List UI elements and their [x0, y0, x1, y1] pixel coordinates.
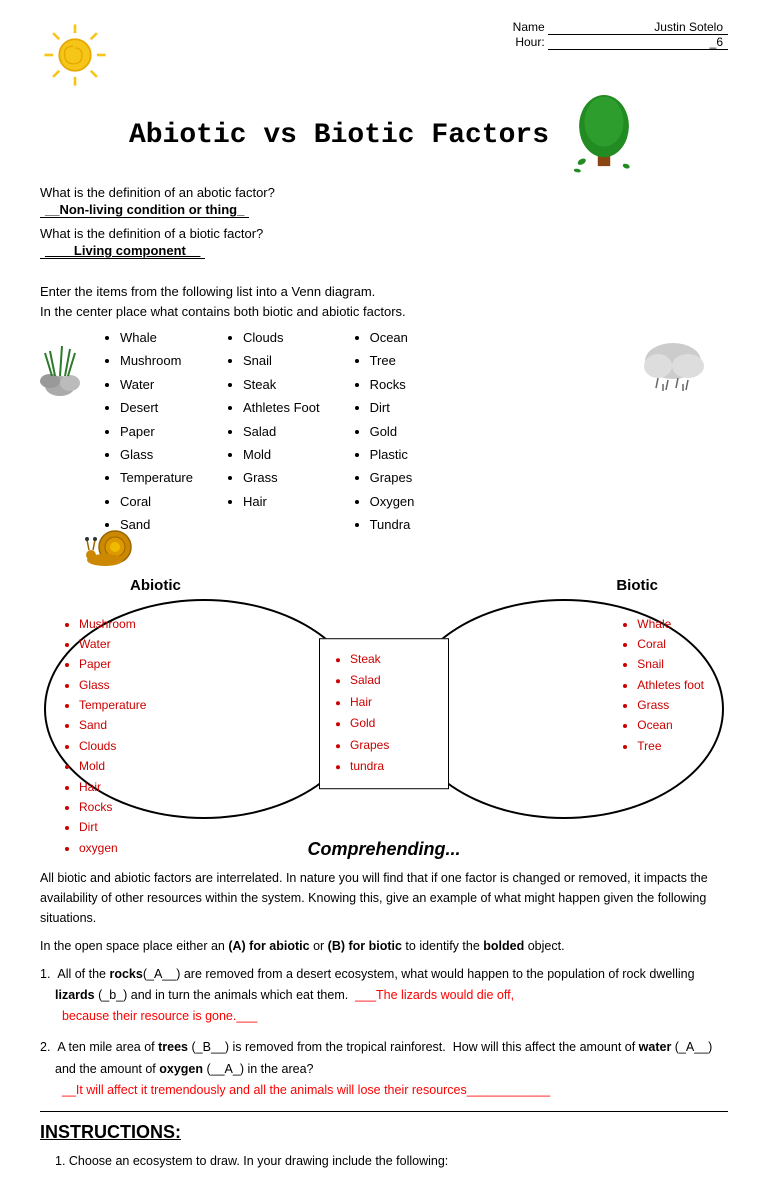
comprehend-q1: 1. All of the rocks(_A__) are removed fr…: [40, 964, 728, 1028]
list-item: Mushroom: [79, 614, 146, 634]
list-item: Ocean: [637, 715, 704, 735]
list-item: Paper: [120, 420, 193, 443]
student-hour: _6: [548, 35, 728, 50]
identify-instruction: In the open space place either an (A) fo…: [40, 936, 728, 956]
tree-icon: [569, 95, 639, 175]
list-item: Athletes Foot: [243, 396, 320, 419]
list-item: Sand: [79, 715, 146, 735]
q2-label: What is the definition of a biotic facto…: [40, 226, 728, 241]
list-item: Steak: [350, 649, 433, 671]
list-item: Oxygen: [370, 490, 415, 513]
col2: CloudsSnailSteakAthletes FootSaladMoldGr…: [223, 326, 320, 537]
list-item: Hair: [243, 490, 320, 513]
q1-red-answer-cont: because their resource is gone.___: [55, 1009, 257, 1023]
list-item: Grapes: [350, 735, 433, 757]
list-item: Whale: [120, 326, 193, 349]
question-1-section: What is the definition of an abotic fact…: [40, 185, 728, 218]
list-item: Rocks: [370, 373, 415, 396]
col1: WhaleMushroomWaterDesertPaperGlassTemper…: [100, 326, 193, 537]
list-item: Glass: [79, 675, 146, 695]
biotic-label: Biotic: [616, 577, 658, 594]
list-item: Clouds: [79, 736, 146, 756]
student-name: Justin Sotelo: [548, 20, 728, 35]
snail-icon: [85, 522, 145, 567]
list-item: Dirt: [370, 396, 415, 419]
sun-icon: [40, 20, 110, 90]
list-item: Temperature: [120, 466, 193, 489]
list-item: Salad: [243, 420, 320, 443]
list-item: oxygen: [79, 838, 146, 858]
list-item: Tree: [637, 736, 704, 756]
list-item: Glass: [120, 443, 193, 466]
divider: [40, 1111, 728, 1112]
list-item: Whale: [637, 614, 704, 634]
list-item: Athletes foot: [637, 675, 704, 695]
list-item: Desert: [120, 396, 193, 419]
venn-labels: Abiotic Biotic: [40, 577, 728, 594]
q1-answer: __Non-living condition or thing_: [40, 202, 249, 218]
list-item: Hair: [350, 692, 433, 714]
venn-center-list: SteakSaladHairGoldGrapestundra: [335, 649, 433, 779]
list-item: Plastic: [370, 443, 415, 466]
instructions-section: INSTRUCTIONS: 1. Choose an ecosystem to …: [40, 1122, 728, 1171]
venn-instruction: Enter the items from the following list …: [40, 282, 728, 321]
q2-answer: ____Living component__: [40, 243, 205, 259]
list-item: Gold: [370, 420, 415, 443]
list-item: Temperature: [79, 695, 146, 715]
comprehending-section: Comprehending... All biotic and abiotic …: [40, 839, 728, 1102]
list-item: Snail: [243, 349, 320, 372]
list-item: Dirt: [79, 817, 146, 837]
comprehending-paragraph: All biotic and abiotic factors are inter…: [40, 868, 728, 928]
list-item: Mold: [243, 443, 320, 466]
q2-red-answer: __It will affect it tremendously and all…: [55, 1083, 550, 1097]
venn-center-box: SteakSaladHairGoldGrapestundra: [319, 638, 449, 790]
venn-right-list: WhaleCoralSnailAthletes footGrassOceanTr…: [622, 614, 704, 757]
list-item: Water: [79, 634, 146, 654]
list-item: Coral: [120, 490, 193, 513]
instructions-item1: 1. Choose an ecosystem to draw. In your …: [55, 1151, 728, 1171]
grass-rocks-icon: [40, 321, 95, 401]
list-item: Grass: [637, 695, 704, 715]
venn-left-list: MushroomWaterPaperGlassTemperatureSandCl…: [64, 614, 146, 859]
col3: OceanTreeRocksDirtGoldPlasticGrapesOxyge…: [350, 326, 415, 537]
instructions-title: INSTRUCTIONS:: [40, 1122, 728, 1143]
list-item: Rocks: [79, 797, 146, 817]
list-item: Mushroom: [120, 349, 193, 372]
list-item: Mold: [79, 756, 146, 776]
question-2-section: What is the definition of a biotic facto…: [40, 226, 728, 259]
name-area: Name Justin Sotelo Hour: _6: [513, 20, 728, 50]
list-item: Tundra: [370, 513, 415, 536]
list-item: Gold: [350, 714, 433, 736]
list-item: Grass: [243, 466, 320, 489]
list-item: Coral: [637, 634, 704, 654]
list-item: Ocean: [370, 326, 415, 349]
page-title: Abiotic vs Biotic Factors: [129, 120, 549, 151]
list-item: Snail: [637, 654, 704, 674]
list-item: Salad: [350, 670, 433, 692]
q1-label: What is the definition of an abotic fact…: [40, 185, 728, 200]
header: Name Justin Sotelo Hour: _6: [40, 20, 728, 90]
q1-red-answer: ___The lizards would die off,: [355, 988, 514, 1002]
list-item: Hair: [79, 777, 146, 797]
list-item: Water: [120, 373, 193, 396]
cloud-rain-icon: [638, 336, 718, 391]
venn-diagram: MushroomWaterPaperGlassTemperatureSandCl…: [44, 599, 724, 829]
items-list-area: WhaleMushroomWaterDesertPaperGlassTemper…: [100, 326, 728, 537]
list-item: Paper: [79, 654, 146, 674]
list-item: Grapes: [370, 466, 415, 489]
comprehend-q2: 2. A ten mile area of trees (_B__) is re…: [40, 1037, 728, 1101]
list-item: Tree: [370, 349, 415, 372]
title-row: Abiotic vs Biotic Factors: [40, 95, 728, 175]
list-item: Steak: [243, 373, 320, 396]
abiotic-label: Abiotic: [130, 577, 181, 594]
list-item: Clouds: [243, 326, 320, 349]
list-item: tundra: [350, 757, 433, 779]
